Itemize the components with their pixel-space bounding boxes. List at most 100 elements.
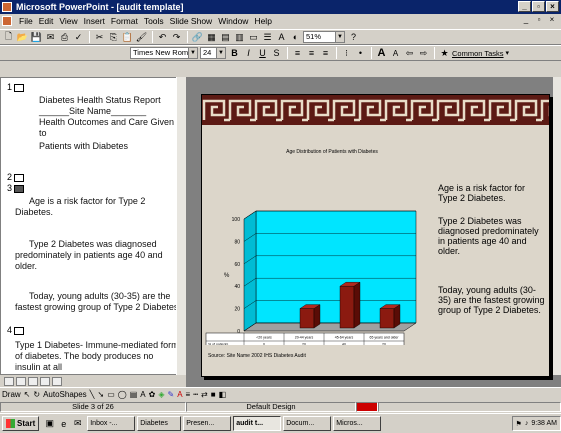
tray-network-icon[interactable]: ⚑ bbox=[516, 420, 522, 428]
decrease-font-icon[interactable]: A bbox=[389, 47, 402, 59]
slide-4-para-1[interactable]: Type 1 Diabetes- Immune-mediated form of… bbox=[15, 340, 181, 373]
common-tasks-icon[interactable]: ★ bbox=[438, 47, 451, 59]
slide[interactable]: Age Distribution of Patients with Diabet… bbox=[201, 94, 550, 377]
line-color-icon[interactable]: ✎ bbox=[167, 390, 174, 399]
paste-icon[interactable]: 📋 bbox=[121, 31, 134, 43]
slide-scrollbar[interactable] bbox=[553, 77, 561, 375]
increase-font-icon[interactable]: A bbox=[375, 47, 388, 59]
center-icon[interactable]: ≡ bbox=[305, 47, 318, 59]
align-right-icon[interactable]: ≡ bbox=[319, 47, 332, 59]
menu-window[interactable]: Window bbox=[215, 16, 251, 26]
arrow-style-icon[interactable]: ⇄ bbox=[201, 390, 208, 399]
restore-button[interactable]: ▫ bbox=[532, 1, 545, 12]
textbox-icon[interactable]: ▤ bbox=[130, 390, 138, 399]
doc-minimize-button[interactable]: _ bbox=[520, 15, 532, 26]
doc-close-button[interactable]: × bbox=[546, 15, 558, 26]
line-icon[interactable]: ╲ bbox=[90, 390, 95, 399]
close-button[interactable]: × bbox=[546, 1, 559, 12]
arrow-icon[interactable]: ➘ bbox=[98, 390, 105, 399]
menu-file[interactable]: File bbox=[16, 16, 36, 26]
outline-pane[interactable]: 1 Diabetes Health Status Report ______Si… bbox=[0, 77, 184, 375]
rectangle-icon[interactable]: ▭ bbox=[107, 390, 115, 399]
zoom-combo[interactable]: 51% ▼ bbox=[303, 31, 345, 43]
promote-icon[interactable]: ⇦ bbox=[403, 47, 416, 59]
insert-table-icon[interactable]: ▤ bbox=[219, 31, 232, 43]
bullets-icon[interactable]: • bbox=[354, 47, 367, 59]
hyperlink-icon[interactable]: 🔗 bbox=[191, 31, 204, 43]
email-icon[interactable]: ✉ bbox=[44, 31, 57, 43]
slide-3-para-2[interactable]: Type 2 Diabetes was diagnosed predominat… bbox=[15, 239, 181, 272]
grayscale-icon[interactable]: ◐ bbox=[289, 31, 302, 43]
slide-sorter-button[interactable] bbox=[40, 376, 50, 386]
slide-3-para-3[interactable]: Today, young adults (30-35) are the fast… bbox=[15, 291, 181, 313]
italic-icon[interactable]: I bbox=[242, 47, 255, 59]
shadow-icon[interactable]: S bbox=[270, 47, 283, 59]
numbering-icon[interactable]: ⁝ bbox=[340, 47, 353, 59]
menu-insert[interactable]: Insert bbox=[81, 16, 108, 26]
dash-style-icon[interactable]: ┅ bbox=[193, 390, 198, 399]
3d-style-icon[interactable]: ◧ bbox=[219, 390, 227, 399]
help-icon[interactable]: ? bbox=[347, 31, 360, 43]
shadow-style-icon[interactable]: ■ bbox=[211, 390, 216, 399]
bold-icon[interactable]: B bbox=[228, 47, 241, 59]
doc-restore-button[interactable]: ▫ bbox=[533, 15, 545, 26]
insert-chart-icon[interactable]: ▥ bbox=[233, 31, 246, 43]
menu-help[interactable]: Help bbox=[251, 16, 274, 26]
chevron-down-icon[interactable]: ▾ bbox=[506, 49, 510, 57]
chevron-down-icon[interactable]: ▼ bbox=[216, 48, 225, 58]
taskbar-document[interactable]: Docum... bbox=[283, 416, 332, 431]
spelling-icon[interactable]: ✓ bbox=[72, 31, 85, 43]
expand-all-icon[interactable]: ☰ bbox=[261, 31, 274, 43]
fill-color-icon[interactable]: ◈ bbox=[158, 390, 164, 399]
common-tasks-menu[interactable]: Common Tasks bbox=[452, 49, 504, 58]
tray-volume-icon[interactable]: ♪ bbox=[525, 420, 529, 427]
align-left-icon[interactable]: ≡ bbox=[291, 47, 304, 59]
demote-icon[interactable]: ⇨ bbox=[417, 47, 430, 59]
slide-1-marker[interactable]: 1 bbox=[7, 82, 25, 92]
outline-scrollbar[interactable] bbox=[176, 77, 186, 375]
document-icon[interactable] bbox=[2, 16, 12, 26]
chevron-down-icon[interactable]: ▼ bbox=[188, 48, 197, 58]
free-rotate-icon[interactable]: ↻ bbox=[33, 390, 40, 399]
cut-icon[interactable]: ✂ bbox=[93, 31, 106, 43]
redo-icon[interactable]: ↷ bbox=[170, 31, 183, 43]
show-formatting-icon[interactable]: A bbox=[275, 31, 288, 43]
format-painter-icon[interactable]: 🖌 bbox=[135, 31, 148, 43]
new-slide-icon[interactable]: ▭ bbox=[247, 31, 260, 43]
taskbar-diabetes[interactable]: Diabetes bbox=[137, 416, 182, 431]
start-button[interactable]: Start bbox=[2, 416, 40, 431]
font-name-combo[interactable]: Times New Roman ▼ bbox=[130, 47, 198, 59]
slide-3-marker[interactable]: 3 bbox=[7, 183, 25, 193]
clipart-icon[interactable]: ✿ bbox=[149, 390, 156, 399]
open-icon[interactable]: 📂 bbox=[16, 31, 29, 43]
font-size-combo[interactable]: 24 ▼ bbox=[200, 47, 226, 59]
quicklaunch-ie-icon[interactable]: e bbox=[57, 418, 70, 430]
menu-slide-show[interactable]: Slide Show bbox=[167, 16, 216, 26]
wordart-icon[interactable]: A bbox=[140, 390, 145, 399]
menu-edit[interactable]: Edit bbox=[36, 16, 57, 26]
slide-1-text[interactable]: Diabetes Health Status Report ______Site… bbox=[39, 95, 179, 152]
slide-4-marker[interactable]: 4 bbox=[7, 325, 25, 335]
taskbar-audit-template[interactable]: audit t... bbox=[233, 416, 282, 431]
taskbar-presentation[interactable]: Presen... bbox=[183, 416, 232, 431]
menu-view[interactable]: View bbox=[56, 16, 80, 26]
outline-view-button[interactable] bbox=[16, 376, 26, 386]
new-icon[interactable]: 🗋 bbox=[2, 31, 15, 43]
print-icon[interactable]: ⎙ bbox=[58, 31, 71, 43]
menu-format[interactable]: Format bbox=[108, 16, 141, 26]
quicklaunch-outlook-icon[interactable]: ✉ bbox=[71, 418, 84, 430]
normal-view-button[interactable] bbox=[4, 376, 14, 386]
slide-2-marker[interactable]: 2 bbox=[7, 172, 25, 182]
slide-show-button[interactable] bbox=[52, 376, 62, 386]
font-color-icon[interactable]: A bbox=[177, 390, 182, 399]
select-arrow-icon[interactable]: ↖ bbox=[24, 390, 31, 399]
taskbar-inbox[interactable]: Inbox -... bbox=[87, 416, 136, 431]
quicklaunch-desktop-icon[interactable]: ▣ bbox=[43, 418, 56, 430]
slide-text-3[interactable]: Today, young adults (30-35) are the fast… bbox=[438, 285, 546, 315]
slide-text-2[interactable]: Type 2 Diabetes was diagnosed predominat… bbox=[438, 216, 546, 256]
slide-text-1[interactable]: Age is a risk factor for Type 2 Diabetes… bbox=[438, 183, 546, 203]
spelling-status-icon[interactable] bbox=[356, 402, 378, 412]
tables-borders-icon[interactable]: ▦ bbox=[205, 31, 218, 43]
bar-chart[interactable]: 020406080100%% of patients<20 years020-4… bbox=[202, 155, 432, 345]
minimize-button[interactable]: _ bbox=[518, 1, 531, 12]
